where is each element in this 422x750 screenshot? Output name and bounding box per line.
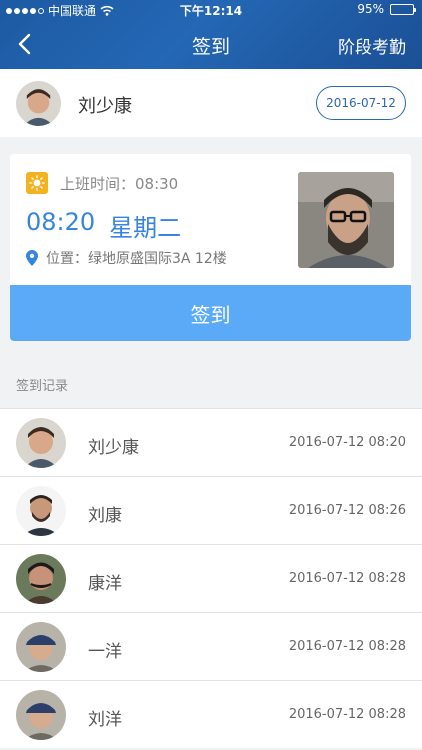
records-title: 签到记录 bbox=[16, 379, 69, 394]
checkin-card: 上班时间：08:30 08:20 星期二 位置：绿地原盛国际3A 12楼 签到 bbox=[10, 154, 411, 341]
battery-icon bbox=[390, 3, 416, 15]
top-bar: 中国联通 下午12:14 95% 签到 阶段考勤 bbox=[0, 0, 422, 69]
record-name: 刘洋 bbox=[88, 710, 122, 730]
location-label: 位置：绿地原盛国际3A 12楼 bbox=[46, 251, 227, 267]
avatar bbox=[16, 486, 66, 536]
record-name: 刘康 bbox=[88, 506, 122, 526]
list-item[interactable]: 康洋 2016-07-12 08:28 bbox=[0, 544, 422, 612]
record-time: 2016-07-12 08:26 bbox=[288, 503, 406, 518]
record-name: 一洋 bbox=[88, 642, 122, 662]
battery-area: 95% bbox=[357, 2, 416, 16]
list-item[interactable]: 一洋 2016-07-12 08:28 bbox=[0, 612, 422, 680]
checkin-button[interactable]: 签到 bbox=[10, 285, 411, 341]
avatar bbox=[16, 418, 66, 468]
list-item[interactable]: 刘洋 2016-07-12 08:28 bbox=[0, 680, 422, 748]
records-list: 刘少康 2016-07-12 08:20 刘康 2016-07-12 08:26… bbox=[0, 408, 422, 748]
current-time-value: 08:20 bbox=[26, 208, 96, 236]
battery-percent: 95% bbox=[357, 2, 384, 16]
record-time: 2016-07-12 08:28 bbox=[288, 707, 406, 722]
record-time: 2016-07-12 08:28 bbox=[288, 639, 406, 654]
list-item[interactable]: 刘康 2016-07-12 08:26 bbox=[0, 476, 422, 544]
stage-attendance-button[interactable]: 阶段考勤 bbox=[338, 33, 406, 58]
avatar bbox=[16, 690, 66, 740]
user-name: 刘少康 bbox=[78, 96, 132, 117]
date-selector[interactable]: 2016-07-12 bbox=[316, 86, 406, 120]
location-pin-icon bbox=[26, 250, 38, 266]
record-time: 2016-07-12 08:28 bbox=[288, 571, 406, 586]
list-item[interactable]: 刘少康 2016-07-12 08:20 bbox=[0, 408, 422, 476]
sun-icon bbox=[26, 172, 48, 194]
user-header: 刘少康 2016-07-12 bbox=[0, 69, 422, 137]
weekday: 星期二 bbox=[109, 214, 182, 242]
record-time: 2016-07-12 08:20 bbox=[288, 435, 406, 450]
nav-bar: 签到 阶段考勤 bbox=[0, 20, 422, 69]
avatar bbox=[16, 622, 66, 672]
avatar[interactable] bbox=[16, 81, 61, 126]
avatar bbox=[16, 554, 66, 604]
status-bar: 中国联通 下午12:14 95% bbox=[0, 0, 422, 20]
current-time: 08:20 星期二 bbox=[26, 208, 181, 243]
record-name: 刘少康 bbox=[88, 438, 139, 458]
work-time-row: 上班时间：08:30 bbox=[26, 172, 178, 194]
checkin-photo[interactable] bbox=[298, 172, 394, 268]
record-name: 康洋 bbox=[88, 574, 122, 594]
location-row: 位置：绿地原盛国际3A 12楼 bbox=[26, 248, 227, 268]
work-time-label: 上班时间：08:30 bbox=[60, 174, 179, 193]
